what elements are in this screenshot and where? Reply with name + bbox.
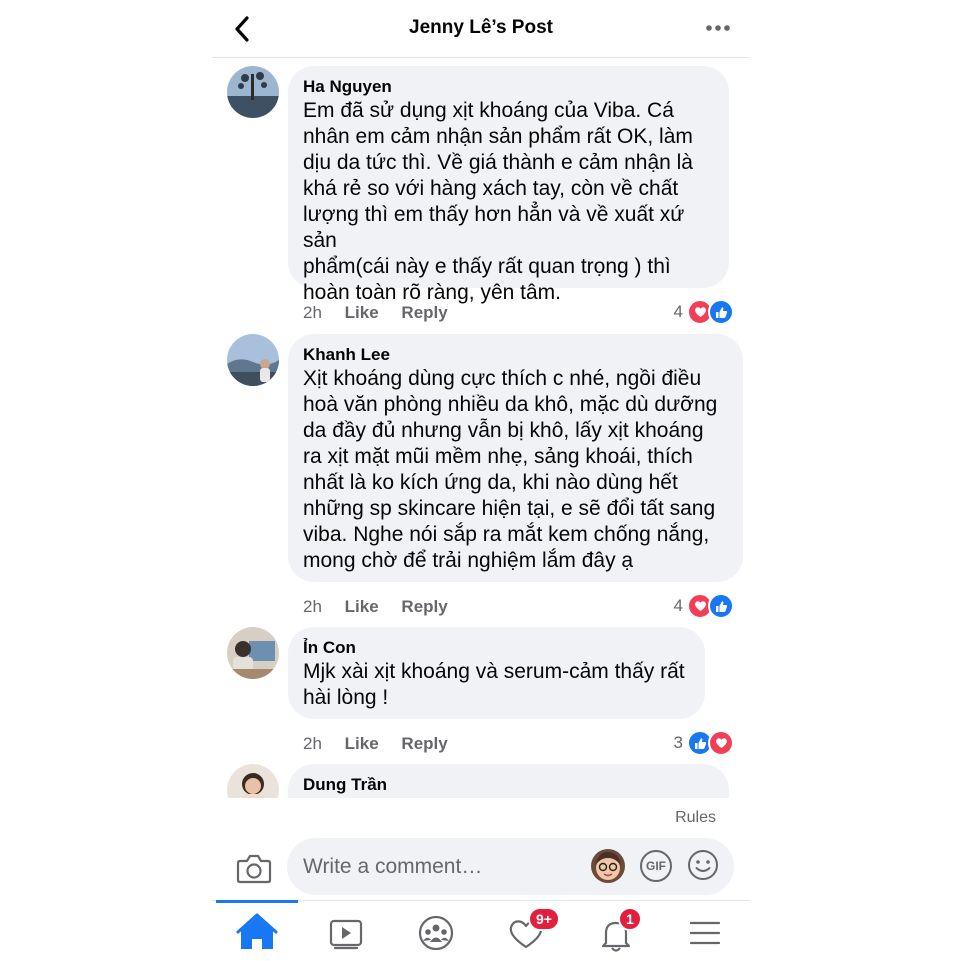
text-line: Em đã sử dụng xịt khoáng của Viba. Cá: [303, 99, 674, 122]
comment-bubble: Khanh Lee Xịt khoáng dùng cực thích c nh…: [288, 334, 743, 582]
like-button[interactable]: Like: [345, 597, 379, 616]
reply-button[interactable]: Reply: [401, 303, 447, 322]
rules-link[interactable]: Rules: [675, 809, 716, 827]
home-icon: [236, 913, 278, 949]
tab-dating[interactable]: 9+: [496, 907, 560, 955]
header: Jenny Lê’s Post: [212, 0, 750, 58]
reaction-count: 3: [673, 733, 683, 752]
comment-author[interactable]: Ha Nguyen: [303, 76, 713, 98]
video-icon: [329, 919, 363, 950]
comment-text: Mjk xài xịt khoáng và serum-cảm thấy rất…: [303, 659, 689, 711]
comment-actions: 2h Like Reply: [303, 303, 466, 323]
comment-text: Em đã sử dụng xịt khoáng của Viba. Cá nh…: [303, 98, 713, 306]
comment-input-placeholder[interactable]: Write a comment…: [303, 855, 482, 879]
app-screen: Jenny Lê’s Post Ha Nguyen Em đã sử dụng …: [212, 0, 750, 960]
comment-list: Ha Nguyen Em đã sử dụng xịt khoáng của V…: [212, 58, 750, 798]
comment-bubble: Ha Nguyen Em đã sử dụng xịt khoáng của V…: [288, 66, 729, 304]
text-line: phẩm(cái này e thấy rất quan trọng ) thì: [303, 255, 671, 278]
reactions-summary[interactable]: 4: [673, 593, 734, 619]
gif-button[interactable]: GIF: [640, 850, 672, 882]
comment-composer[interactable]: Write a comment… GIF: [287, 838, 734, 895]
comment-bubble: Dung Trần: [288, 764, 729, 798]
tab-watch[interactable]: [316, 911, 376, 955]
more-options-button[interactable]: [704, 14, 732, 42]
comment-time: 2h: [303, 597, 322, 616]
text-line: ra xịt mặt mũi mềm nhẹ, sảng khoái, thíc…: [303, 445, 693, 468]
text-line: những sp skincare hiện tại, e sẽ đổi tất…: [303, 497, 716, 520]
hamburger-menu-icon: [689, 921, 721, 945]
reply-button[interactable]: Reply: [401, 597, 447, 616]
comment-actions: 2h Like Reply: [303, 597, 466, 617]
reactions-summary[interactable]: 4: [673, 299, 734, 325]
comment-author[interactable]: Dung Trần: [303, 774, 713, 796]
text-line: khá rẻ so với hàng xách tay, còn về chất: [303, 177, 679, 200]
comment-time: 2h: [303, 303, 322, 322]
text-line: nhân em cảm nhận sản phẩm rất OK, làm: [303, 125, 693, 148]
love-reaction-icon: [708, 730, 734, 756]
tab-menu[interactable]: [675, 911, 735, 955]
comment-author[interactable]: Ỉn Con: [303, 637, 689, 659]
emoji-button[interactable]: [686, 848, 720, 882]
like-reaction-icon: [708, 299, 734, 325]
avatar-sticker-icon: [591, 849, 625, 883]
comment-time: 2h: [303, 734, 322, 753]
camera-button[interactable]: [234, 848, 274, 888]
comment-author[interactable]: Khanh Lee: [303, 344, 727, 366]
comment-text: Xịt khoáng dùng cực thích c nhé, ngồi đi…: [303, 366, 727, 574]
tab-home[interactable]: [227, 911, 287, 955]
comment-actions: 2h Like Reply: [303, 734, 466, 754]
avatar[interactable]: [227, 764, 279, 798]
text-line: nhất là ko kích ứng da, khi nào dùng hết: [303, 471, 678, 494]
more-dots-icon: [706, 25, 730, 31]
text-line: da đầy đủ nhưng vẫn bị khô, lấy xịt khoá…: [303, 419, 704, 442]
reactions-summary[interactable]: 3: [673, 730, 734, 756]
avatar[interactable]: [227, 627, 279, 679]
camera-icon: [236, 854, 272, 884]
text-line: mong chờ để trải nghiệm lắm đây ạ: [303, 549, 634, 572]
notifications-badge: 1: [618, 907, 642, 931]
reaction-count: 4: [673, 596, 683, 615]
reply-button[interactable]: Reply: [401, 734, 447, 753]
text-line: Mjk xài xịt khoáng và serum-cảm thấy rất: [303, 660, 685, 683]
like-reaction-icon: [708, 593, 734, 619]
reaction-count: 4: [673, 302, 683, 321]
groups-icon: [418, 915, 454, 951]
text-line: hoà văn phòng nhiều da khô, mặc dù dưỡng: [303, 393, 718, 416]
active-tab-indicator: [216, 900, 298, 903]
page-title: Jenny Lê’s Post: [409, 17, 553, 38]
text-line: Xịt khoáng dùng cực thích c nhé, ngồi đi…: [303, 367, 702, 390]
tab-notifications[interactable]: 1: [586, 907, 646, 955]
avatar-sticker-button[interactable]: [590, 848, 626, 884]
text-line: lượng thì em thấy hơn hẳn và về xuất xứ …: [303, 203, 685, 252]
text-line: dịu da tức thì. Về giá thành e cảm nhận …: [303, 151, 693, 174]
tab-groups[interactable]: [406, 911, 466, 955]
smiley-icon: [688, 850, 718, 880]
like-button[interactable]: Like: [345, 303, 379, 322]
text-line: viba. Nghe nói sắp ra mắt kem chống nắng…: [303, 523, 710, 546]
text-line: hài lòng !: [303, 686, 389, 709]
comment-bubble: Ỉn Con Mjk xài xịt khoáng và serum-cảm t…: [288, 627, 705, 719]
dating-badge: 9+: [528, 907, 560, 931]
avatar[interactable]: [227, 334, 279, 386]
bottom-nav: 9+ 1: [212, 900, 750, 961]
like-button[interactable]: Like: [345, 734, 379, 753]
avatar[interactable]: [227, 66, 279, 118]
